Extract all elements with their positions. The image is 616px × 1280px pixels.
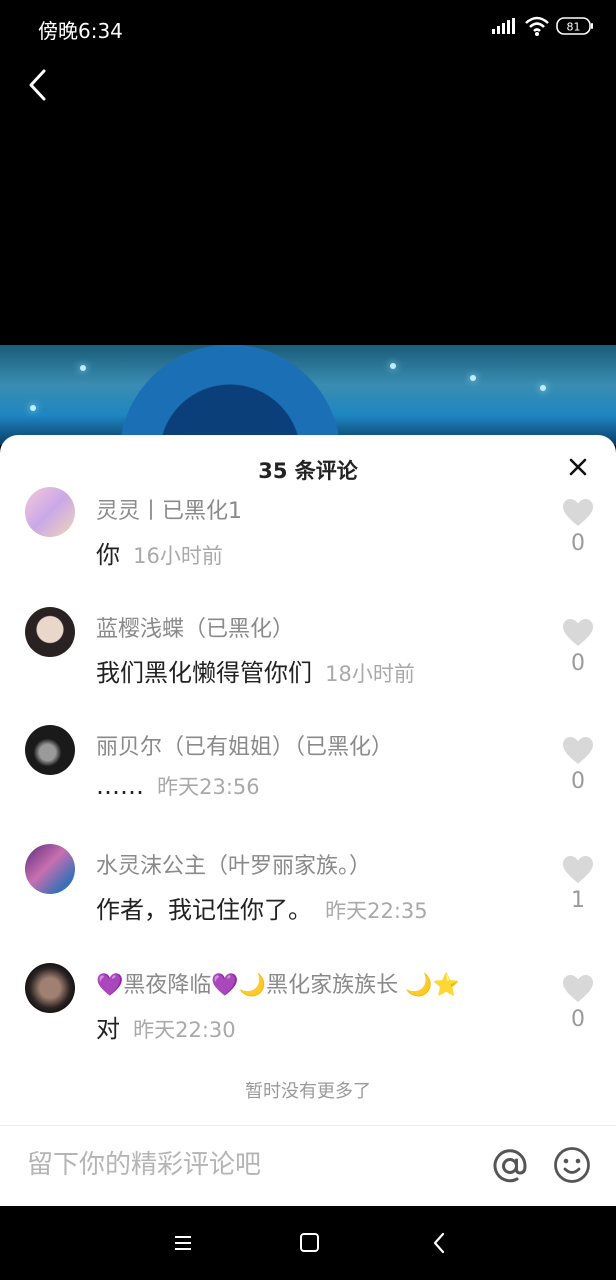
battery-level: 81 <box>567 21 581 34</box>
comment-body: 作者，我记住你了。 昨天22:35 <box>96 890 428 925</box>
comment-username[interactable]: 蓝樱浅蝶（已黑化） <box>96 611 294 643</box>
comment-item: 灵灵丨已黑化1 你 16小时前 0 <box>0 487 616 605</box>
comment-time: 16小时前 <box>133 544 223 568</box>
menu-icon[interactable] <box>169 1230 197 1256</box>
comment-time: 昨天22:35 <box>325 899 428 923</box>
smiley-icon[interactable] <box>553 1146 591 1184</box>
comment-username[interactable]: 丽贝尔（已有姐姐）（已黑化） <box>96 729 393 761</box>
comment-body: …… 昨天23:56 <box>96 771 260 801</box>
comment-body: 你 16小时前 <box>96 535 223 570</box>
back-button[interactable] <box>26 68 48 102</box>
comment-text: …… <box>96 772 144 800</box>
comment-item: 水灵沫公主（叶罗丽家族。） 作者，我记住你了。 昨天22:35 1 <box>0 844 616 962</box>
status-time: 傍晚6:34 <box>38 19 123 43</box>
like-count: 0 <box>571 1007 585 1032</box>
comment-item: 丽贝尔（已有姐姐）（已黑化） …… 昨天23:56 0 <box>0 725 616 843</box>
comment-item: 💜黑夜降临💜🌙黑化家族族长 🌙⭐ 对 昨天22:30 0 <box>0 963 616 1081</box>
comment-text: 你 <box>96 541 120 569</box>
video-background <box>0 345 616 445</box>
like-count: 0 <box>571 651 585 676</box>
heart-icon[interactable] <box>563 975 593 1003</box>
comment-time: 昨天23:56 <box>157 775 260 799</box>
heart-icon[interactable] <box>563 856 593 884</box>
avatar[interactable] <box>25 725 75 775</box>
comment-text: 作者，我记住你了。 <box>96 896 312 924</box>
comment-username[interactable]: 灵灵丨已黑化1 <box>96 493 242 525</box>
comments-title: 35 条评论 <box>258 459 358 483</box>
close-icon[interactable] <box>566 455 590 479</box>
back-icon[interactable] <box>426 1230 454 1256</box>
like-count: 0 <box>571 531 585 556</box>
battery-icon: 81 <box>556 17 593 35</box>
wifi-icon <box>525 16 549 36</box>
like-count: 0 <box>571 769 585 794</box>
comment-item: 蓝樱浅蝶（已黑化） 我们黑化懒得管你们 18小时前 0 <box>0 607 616 725</box>
navigation-bar <box>0 1206 616 1280</box>
comment-text: 我们黑化懒得管你们 <box>96 659 312 687</box>
avatar[interactable] <box>25 963 75 1013</box>
status-bar: 傍晚6:34 81 <box>0 0 616 54</box>
comments-sheet: 35 条评论 灵灵丨已黑化1 你 16小时前 0 蓝樱浅蝶（已黑化） 我们黑化懒… <box>0 435 616 1206</box>
no-more-text: 暂时没有更多了 <box>245 1081 371 1102</box>
comment-time: 18小时前 <box>325 662 415 686</box>
comment-time: 昨天22:30 <box>133 1018 236 1042</box>
comment-input[interactable] <box>27 1150 467 1180</box>
comment-body: 我们黑化懒得管你们 18小时前 <box>96 653 415 688</box>
heart-icon[interactable] <box>563 619 593 647</box>
comment-username[interactable]: 💜黑夜降临💜🌙黑化家族族长 🌙⭐ <box>96 967 460 999</box>
comment-username[interactable]: 水灵沫公主（叶罗丽家族。） <box>96 848 371 880</box>
avatar[interactable] <box>25 844 75 894</box>
signal-icon <box>492 18 515 34</box>
comment-text: 对 <box>96 1015 120 1043</box>
avatar[interactable] <box>25 607 75 657</box>
comment-body: 对 昨天22:30 <box>96 1009 236 1044</box>
home-icon[interactable] <box>296 1230 324 1256</box>
heart-icon[interactable] <box>563 499 593 527</box>
comment-input-bar <box>0 1125 616 1206</box>
avatar[interactable] <box>25 487 75 537</box>
at-icon[interactable] <box>490 1146 530 1186</box>
like-count: 1 <box>571 888 585 913</box>
heart-icon[interactable] <box>563 737 593 765</box>
